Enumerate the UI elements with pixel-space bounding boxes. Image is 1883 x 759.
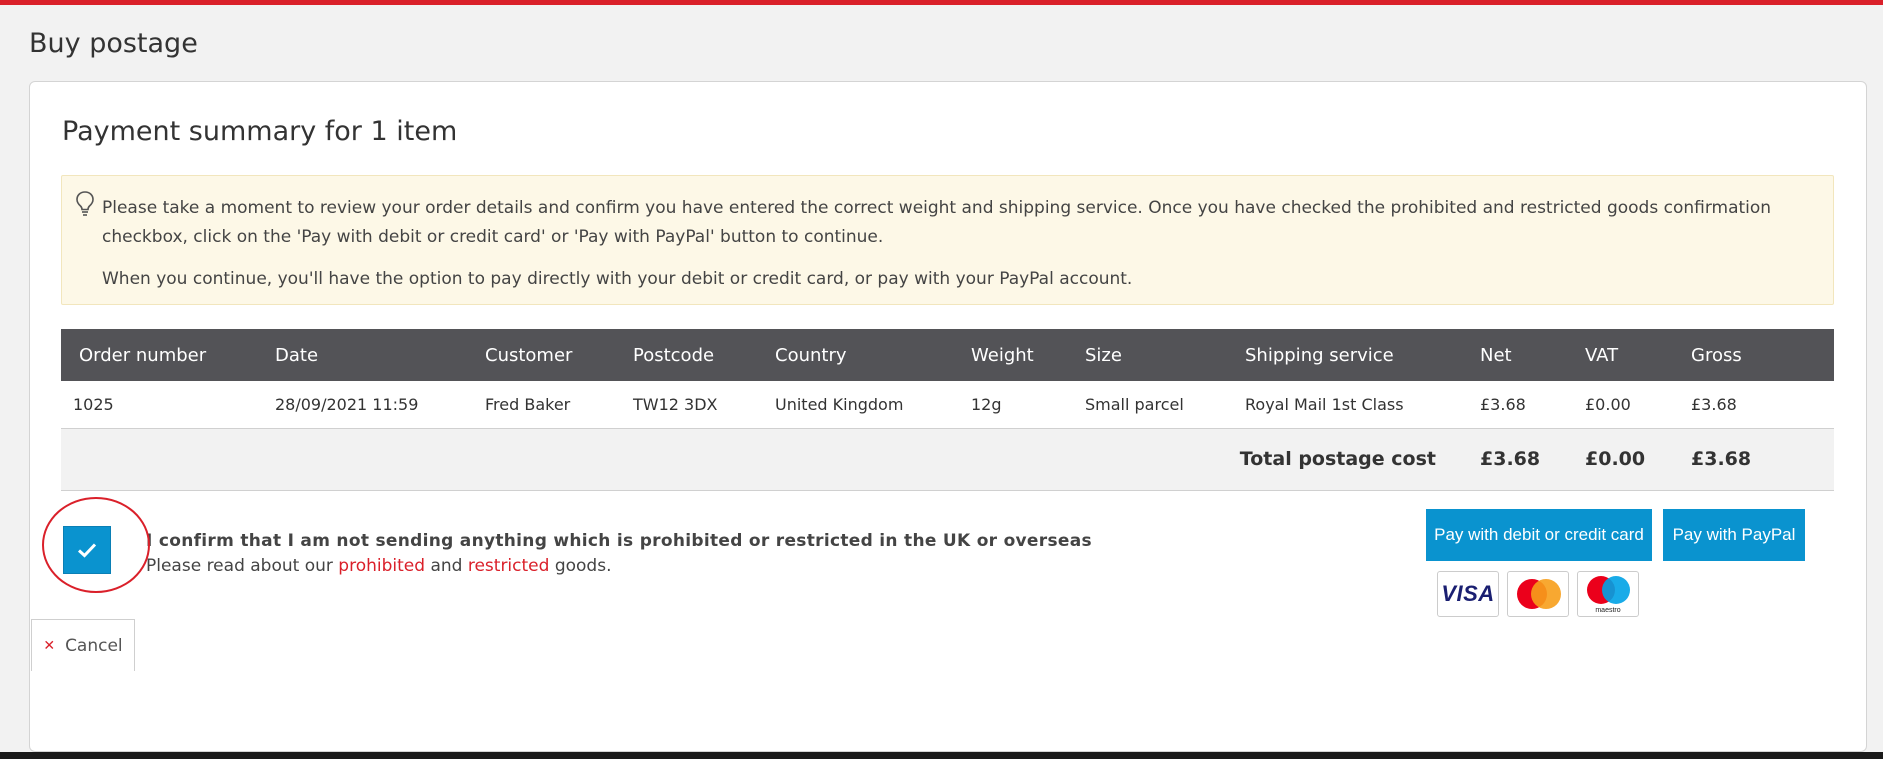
cell-net: £3.68	[1462, 381, 1567, 429]
mastercard-logo-icon	[1507, 571, 1569, 617]
cell-shipping-service: Royal Mail 1st Class	[1227, 381, 1462, 429]
cell-weight: 12g	[953, 381, 1067, 429]
window-bottom-edge	[0, 752, 1883, 759]
cell-date: 28/09/2021 11:59	[257, 381, 467, 429]
total-row: Total postage cost £3.68 £0.00 £3.68	[61, 428, 1834, 491]
col-header-gross: Gross	[1673, 329, 1834, 381]
col-header-postcode: Postcode	[615, 329, 757, 381]
col-header-country: Country	[757, 329, 953, 381]
info-line-1: Please take a moment to review your orde…	[102, 198, 1772, 247]
confirm-sub-prefix: Please read about our	[146, 556, 333, 576]
maestro-logo-icon: maestro	[1577, 571, 1639, 617]
table-header-row: Order number Date Customer Postcode Coun…	[61, 329, 1834, 381]
col-header-order-number: Order number	[61, 329, 257, 381]
cell-gross: £3.68	[1673, 381, 1834, 429]
restricted-link[interactable]: restricted	[468, 556, 550, 576]
visa-logo-icon: VISA	[1437, 571, 1499, 617]
total-label: Total postage cost	[61, 428, 1462, 491]
cell-country: United Kingdom	[757, 381, 953, 429]
close-icon: ✕	[43, 637, 56, 654]
cancel-button[interactable]: ✕ Cancel	[31, 619, 135, 671]
confirm-subtext: Please read about our prohibited and res…	[146, 556, 611, 576]
top-accent-bar	[0, 0, 1883, 5]
maestro-text: maestro	[1595, 607, 1621, 614]
col-header-weight: Weight	[953, 329, 1067, 381]
cell-postcode: TW12 3DX	[615, 381, 757, 429]
highlight-annotation-circle	[42, 497, 150, 593]
pay-with-card-button[interactable]: Pay with debit or credit card	[1426, 509, 1652, 561]
payment-card: Payment summary for 1 item Please take a…	[29, 81, 1867, 752]
info-text: Please take a moment to review your orde…	[102, 194, 1812, 294]
total-net: £3.68	[1462, 428, 1567, 491]
total-vat: £0.00	[1567, 428, 1673, 491]
confirm-section: I confirm that I am not sending anything…	[62, 526, 1092, 586]
col-header-date: Date	[257, 329, 467, 381]
col-header-customer: Customer	[467, 329, 615, 381]
col-header-size: Size	[1067, 329, 1227, 381]
page-title: Buy postage	[29, 28, 198, 59]
prohibited-link[interactable]: prohibited	[338, 556, 425, 576]
lightbulb-icon	[76, 191, 94, 216]
total-gross: £3.68	[1673, 428, 1834, 491]
cell-customer: Fred Baker	[467, 381, 615, 429]
col-header-net: Net	[1462, 329, 1567, 381]
info-line-2: When you continue, you'll have the optio…	[102, 269, 1133, 289]
col-header-vat: VAT	[1567, 329, 1673, 381]
cell-order-number: 1025	[61, 381, 257, 429]
confirm-sub-suffix: goods.	[554, 556, 612, 576]
summary-title: Payment summary for 1 item	[62, 116, 458, 147]
confirm-and: and	[430, 556, 463, 576]
cancel-label: Cancel	[65, 635, 123, 656]
card-logos: VISA maestro	[1437, 571, 1639, 617]
col-header-shipping-service: Shipping service	[1227, 329, 1462, 381]
orders-table: Order number Date Customer Postcode Coun…	[61, 329, 1834, 491]
info-box: Please take a moment to review your orde…	[61, 175, 1834, 305]
confirm-label[interactable]: I confirm that I am not sending anything…	[146, 531, 1092, 551]
visa-text: VISA	[1441, 581, 1495, 606]
cell-size: Small parcel	[1067, 381, 1227, 429]
table-row: 1025 28/09/2021 11:59 Fred Baker TW12 3D…	[61, 381, 1834, 429]
pay-with-paypal-button[interactable]: Pay with PayPal	[1663, 509, 1805, 561]
cell-vat: £0.00	[1567, 381, 1673, 429]
